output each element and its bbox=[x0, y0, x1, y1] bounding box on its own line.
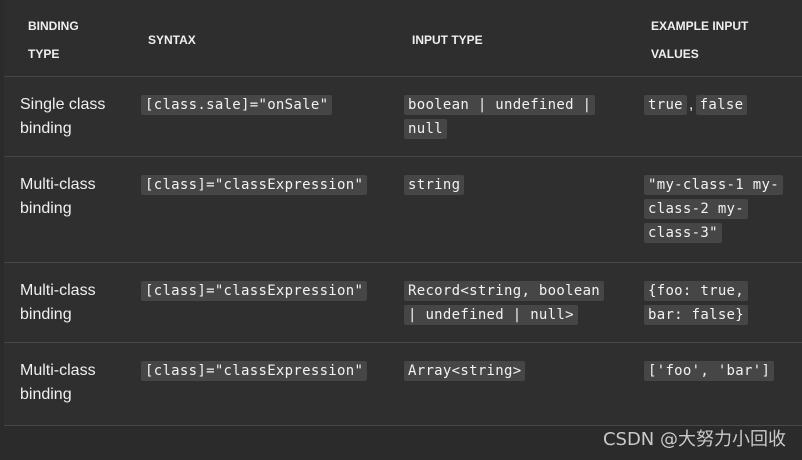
syntax-code: [class.sale]="onSale" bbox=[141, 95, 333, 115]
value-separator: , bbox=[688, 96, 694, 113]
example-value-code: {foo: true, bbox=[644, 281, 749, 301]
syntax-cell: [class]="classExpression" bbox=[141, 279, 368, 303]
example-value-code: true bbox=[644, 95, 687, 115]
input-type-code: Record<string, boolean bbox=[404, 281, 605, 301]
example-value-code: class-2 my- bbox=[644, 199, 749, 219]
table-row: Single class binding [class.sale]="onSal… bbox=[4, 77, 802, 157]
input-type-cell: string bbox=[404, 173, 465, 197]
header-input-type: INPUT TYPE bbox=[412, 33, 483, 47]
input-type-code: Array<string> bbox=[404, 361, 526, 381]
input-type-cell: Record<string, boolean | undefined | nul… bbox=[404, 279, 605, 327]
syntax-code: [class]="classExpression" bbox=[141, 175, 368, 195]
input-type-code: boolean | undefined | bbox=[404, 95, 596, 115]
binding-type-cell: Single class binding bbox=[20, 96, 106, 137]
table-row: Multi-class binding [class]="classExpres… bbox=[4, 157, 802, 263]
input-type-code: string bbox=[404, 175, 465, 195]
header-example-values: EXAMPLE INPUT VALUES bbox=[651, 19, 749, 61]
header-syntax: SYNTAX bbox=[148, 33, 196, 47]
syntax-cell: [class]="classExpression" bbox=[141, 359, 368, 383]
csdn-watermark: CSDN @大努力小回收 bbox=[602, 429, 786, 450]
input-type-code: null bbox=[404, 119, 447, 139]
syntax-cell: [class.sale]="onSale" bbox=[141, 93, 333, 117]
example-values-cell: {foo: true, bar: false} bbox=[644, 279, 749, 327]
example-values-cell: ['foo', 'bar'] bbox=[644, 359, 775, 383]
example-value-code: ['foo', 'bar'] bbox=[644, 361, 775, 381]
binding-type-cell: Multi-class binding bbox=[20, 282, 96, 323]
example-values-cell: "my-class-1 my- class-2 my- class-3" bbox=[644, 173, 783, 245]
table-header: BINDING TYPE SYNTAX INPUT TYPE EXAMPLE I… bbox=[4, 0, 802, 77]
example-value-code: false bbox=[695, 95, 748, 115]
input-type-cell: Array<string> bbox=[404, 359, 526, 383]
syntax-code: [class]="classExpression" bbox=[141, 281, 368, 301]
binding-type-cell: Multi-class binding bbox=[20, 362, 96, 403]
binding-type-cell: Multi-class binding bbox=[20, 176, 96, 217]
example-value-code: "my-class-1 my- bbox=[644, 175, 783, 195]
header-binding-type: BINDING TYPE bbox=[28, 19, 79, 61]
example-values-cell: true, false bbox=[644, 93, 748, 117]
input-type-code: | undefined | null> bbox=[404, 305, 578, 325]
table-row: Multi-class binding [class]="classExpres… bbox=[4, 343, 802, 424]
table-row: Multi-class binding [class]="classExpres… bbox=[4, 263, 802, 343]
syntax-code: [class]="classExpression" bbox=[141, 361, 368, 381]
input-type-cell: boolean | undefined | null bbox=[404, 93, 596, 141]
syntax-cell: [class]="classExpression" bbox=[141, 173, 368, 197]
example-value-code: bar: false} bbox=[644, 305, 749, 325]
example-value-code: class-3" bbox=[644, 223, 722, 243]
class-binding-table: BINDING TYPE SYNTAX INPUT TYPE EXAMPLE I… bbox=[4, 0, 802, 426]
